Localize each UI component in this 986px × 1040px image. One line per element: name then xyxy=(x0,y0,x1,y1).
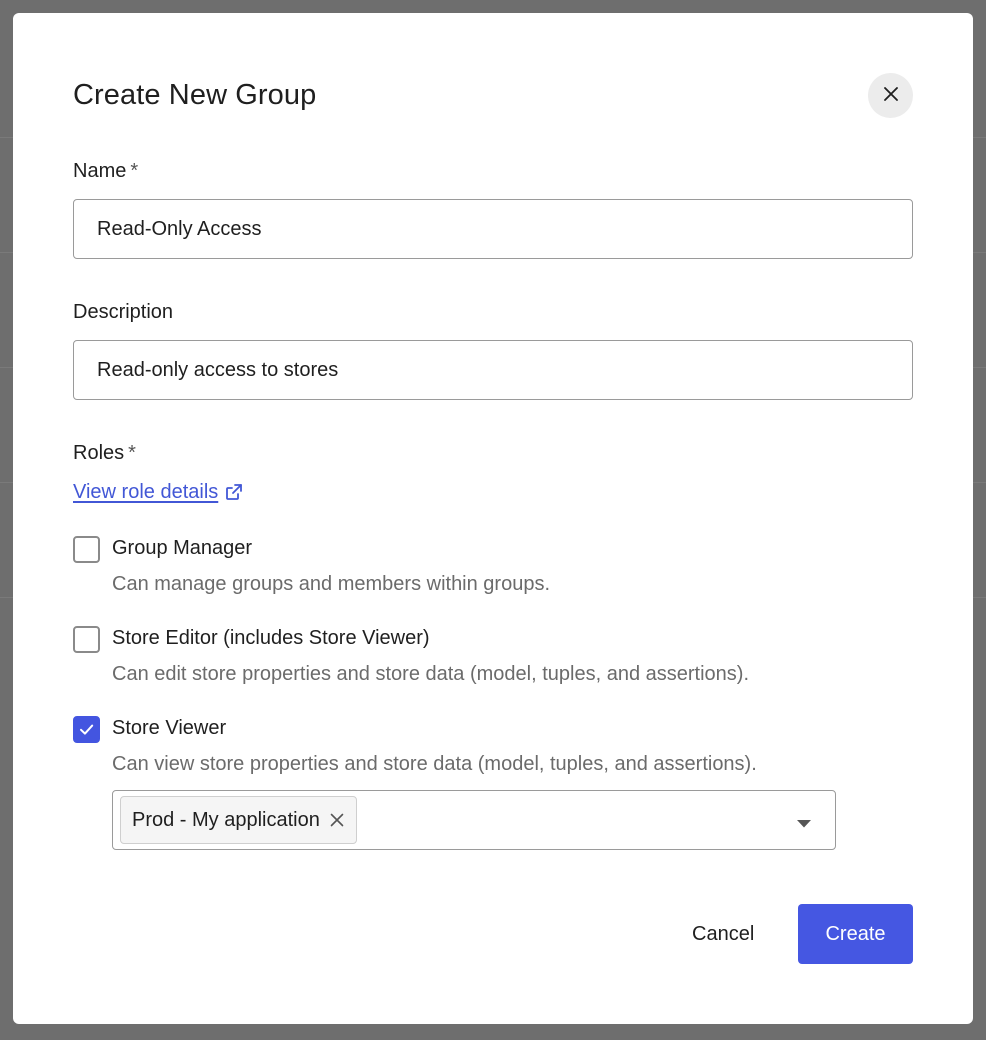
name-input[interactable] xyxy=(73,199,913,259)
role-title: Store Editor (includes Store Viewer) xyxy=(112,627,430,649)
store-chip-label: Prod - My application xyxy=(132,808,320,831)
role-title: Store Viewer xyxy=(112,717,227,739)
create-group-dialog: Create New Group Name* Description Roles… xyxy=(13,13,973,1024)
background-divider xyxy=(0,597,13,598)
name-label: Name * xyxy=(73,158,138,184)
chevron-down-icon[interactable] xyxy=(796,816,812,834)
role-title: Group Manager xyxy=(112,537,253,559)
roles-label-text: Roles xyxy=(73,442,125,464)
role-description: Can view store properties and store data… xyxy=(112,753,757,775)
description-label-text: Description xyxy=(73,301,174,323)
store-chip: Prod - My application xyxy=(120,796,357,844)
create-button[interactable]: Create xyxy=(798,904,913,964)
description-input[interactable] xyxy=(73,340,913,400)
background-divider xyxy=(973,137,986,138)
dialog-title: Create New Group xyxy=(73,79,317,111)
view-role-details-label: View role details xyxy=(73,481,219,503)
store-select[interactable]: Prod - My application xyxy=(112,790,836,850)
background-divider xyxy=(973,597,986,598)
close-icon xyxy=(883,86,899,105)
background-divider xyxy=(973,367,986,368)
background-divider xyxy=(0,482,13,483)
background-divider xyxy=(973,252,986,253)
store-editor-checkbox[interactable] xyxy=(73,626,100,653)
cancel-button[interactable]: Cancel xyxy=(674,904,772,964)
close-button[interactable] xyxy=(868,73,913,118)
required-mark: * xyxy=(130,160,139,182)
background-divider xyxy=(973,482,986,483)
required-mark: * xyxy=(128,442,136,464)
checkmark-icon xyxy=(78,721,95,738)
roles-label: Roles * xyxy=(73,440,136,466)
view-role-details-link[interactable]: View role details xyxy=(73,479,244,505)
role-description: Can manage groups and members within gro… xyxy=(112,573,551,595)
description-label: Description xyxy=(73,299,173,325)
group-manager-checkbox[interactable] xyxy=(73,536,100,563)
store-viewer-checkbox[interactable] xyxy=(73,716,100,743)
background-divider xyxy=(0,367,13,368)
name-label-text: Name xyxy=(73,160,127,182)
background-divider xyxy=(0,137,13,138)
background-divider xyxy=(0,252,13,253)
external-link-icon xyxy=(224,482,244,502)
role-description: Can edit store properties and store data… xyxy=(112,663,750,685)
chip-remove-icon[interactable] xyxy=(330,813,344,827)
